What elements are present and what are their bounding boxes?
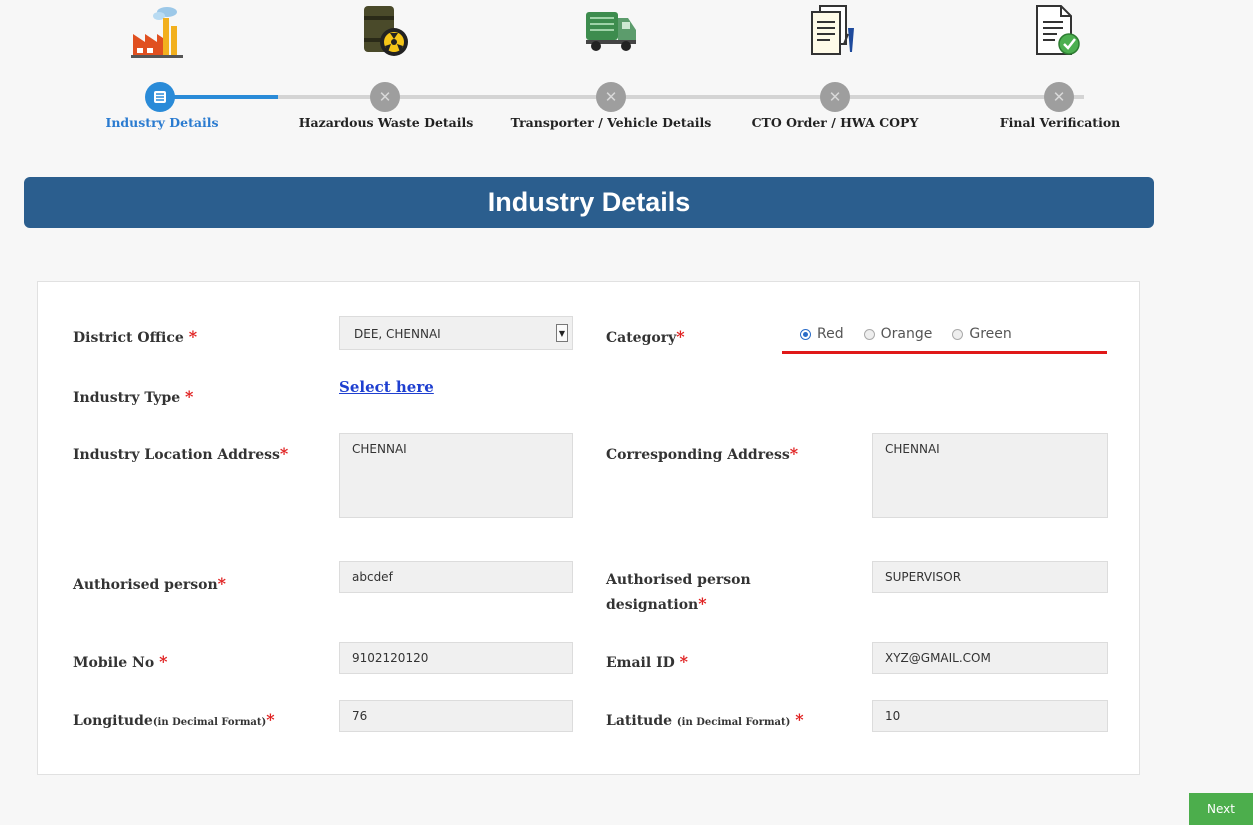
cross-icon: ✕ bbox=[1052, 88, 1066, 106]
step-connector bbox=[160, 95, 278, 99]
truck-icon bbox=[586, 12, 636, 51]
radio-unchecked-icon[interactable] bbox=[952, 328, 964, 340]
corresponding-address-textarea[interactable]: CHENNAI bbox=[872, 433, 1108, 518]
waste-barrel-icon bbox=[364, 6, 408, 56]
corresponding-address-label: Corresponding Address* bbox=[606, 444, 799, 463]
required-marker: * bbox=[789, 444, 799, 463]
industry-location-textarea[interactable]: CHENNAI bbox=[339, 433, 573, 518]
district-office-value: DEE, CHENNAI bbox=[354, 327, 441, 341]
longitude-input[interactable] bbox=[339, 700, 573, 732]
required-marker: * bbox=[266, 710, 275, 729]
district-office-select[interactable]: DEE, CHENNAI ▼ bbox=[339, 316, 573, 350]
email-id-label: Email ID * bbox=[606, 652, 689, 671]
required-marker: * bbox=[185, 387, 194, 406]
required-marker: * bbox=[679, 652, 689, 671]
required-marker: * bbox=[217, 574, 227, 593]
page-title-banner: Industry Details bbox=[24, 177, 1154, 228]
verified-document-icon bbox=[1036, 5, 1080, 55]
designation-input[interactable] bbox=[872, 561, 1108, 593]
step-label-hazardous-waste[interactable]: Hazardous Waste Details bbox=[276, 115, 496, 130]
next-button[interactable]: Next bbox=[1189, 793, 1253, 825]
industry-type-label: Industry Type * bbox=[73, 387, 194, 406]
authorised-person-label: Authorised person* bbox=[73, 574, 227, 593]
industry-location-label: Industry Location Address* bbox=[73, 444, 289, 463]
step-dot[interactable]: ✕ bbox=[820, 82, 850, 112]
required-marker: * bbox=[159, 652, 168, 671]
documents-icon bbox=[811, 5, 854, 55]
cross-icon: ✕ bbox=[378, 88, 392, 106]
step-dot-active[interactable] bbox=[145, 82, 175, 112]
step-dot[interactable]: ✕ bbox=[1044, 82, 1074, 112]
step-dot[interactable]: ✕ bbox=[596, 82, 626, 112]
select-industry-type-link[interactable]: Select here bbox=[339, 378, 434, 396]
category-highlight-underline bbox=[782, 351, 1107, 354]
step-label-transporter[interactable]: Transporter / Vehicle Details bbox=[501, 115, 721, 130]
step-label-final-verification[interactable]: Final Verification bbox=[950, 115, 1170, 130]
category-label: Category* bbox=[606, 327, 685, 346]
district-office-label: District Office * bbox=[73, 327, 198, 346]
designation-label: Authorised person designation* bbox=[606, 572, 751, 613]
list-icon bbox=[154, 91, 166, 103]
longitude-label: Longitude(in Decimal Format)* bbox=[73, 710, 275, 729]
radio-checked-icon[interactable] bbox=[800, 328, 811, 340]
cross-icon: ✕ bbox=[828, 88, 842, 106]
mobile-no-input[interactable] bbox=[339, 642, 573, 674]
latitude-label: Latitude (in Decimal Format) * bbox=[606, 710, 804, 729]
mobile-no-label: Mobile No * bbox=[73, 652, 168, 671]
required-marker: * bbox=[279, 444, 289, 463]
category-radio-group: Red Orange Green bbox=[800, 326, 1012, 342]
step-label-industry-details[interactable]: Industry Details bbox=[52, 115, 272, 130]
email-id-input[interactable] bbox=[872, 642, 1108, 674]
required-marker: * bbox=[676, 327, 685, 346]
cross-icon: ✕ bbox=[604, 88, 618, 106]
required-marker: * bbox=[188, 327, 198, 346]
progress-stepper: ✕ ✕ ✕ ✕ Industry Details Hazardous Waste… bbox=[0, 0, 1253, 150]
page-title: Industry Details bbox=[487, 187, 691, 217]
step-label-cto-order[interactable]: CTO Order / HWA COPY bbox=[725, 115, 945, 130]
radio-unchecked-icon[interactable] bbox=[863, 328, 875, 340]
authorised-person-input[interactable] bbox=[339, 561, 573, 593]
required-marker: * bbox=[698, 594, 707, 613]
factory-icon bbox=[131, 7, 183, 58]
chevron-down-icon[interactable]: ▼ bbox=[556, 324, 568, 342]
category-radio-green[interactable]: Green bbox=[952, 326, 1012, 342]
category-radio-red[interactable]: Red bbox=[800, 326, 844, 342]
latitude-input[interactable] bbox=[872, 700, 1108, 732]
category-radio-orange[interactable]: Orange bbox=[863, 326, 932, 342]
required-marker: * bbox=[795, 710, 804, 729]
step-dot[interactable]: ✕ bbox=[370, 82, 400, 112]
